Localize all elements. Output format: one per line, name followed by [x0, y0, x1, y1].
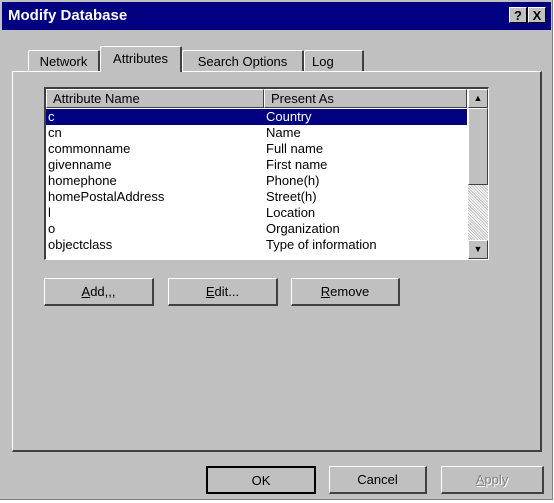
attribute-name-cell: givenname — [48, 157, 112, 172]
table-row[interactable]: objectclass Type of information — [46, 237, 467, 253]
apply-button[interactable]: Apply — [441, 466, 544, 494]
table-row[interactable]: l Location — [46, 205, 467, 221]
present-as-cell: Location — [266, 205, 316, 220]
present-as-cell: Street(h) — [266, 189, 317, 204]
apply-label-rest: pply — [484, 472, 509, 487]
scrollbar-thumb[interactable] — [468, 108, 488, 185]
help-button[interactable]: ? — [509, 7, 527, 23]
title-bar[interactable]: Modify Database ? X — [2, 2, 551, 30]
listview-header: Attribute Name Present As — [46, 89, 467, 108]
present-as-cell: First name — [266, 157, 328, 172]
attribute-name-cell: o — [48, 221, 56, 236]
column-header-present-as[interactable]: Present As — [264, 89, 467, 108]
present-as-cell: Full name — [266, 141, 324, 156]
edit-label-rest: dit... — [214, 284, 240, 299]
table-row[interactable]: givenname First name — [46, 157, 467, 173]
attribute-name-cell: c — [48, 109, 55, 124]
listview-vertical-scrollbar[interactable]: ▲ ▼ — [468, 89, 488, 259]
present-as-cell: Phone(h) — [266, 173, 320, 188]
table-row[interactable]: homePostalAddress Street(h) — [46, 189, 467, 205]
cancel-button[interactable]: Cancel — [329, 466, 427, 494]
attribute-name-cell: commonname — [48, 141, 131, 156]
present-as-cell: Organization — [266, 221, 340, 236]
modify-database-dialog: Modify Database ? X Network Attributes S… — [0, 0, 553, 500]
window-title: Modify Database — [8, 7, 128, 24]
column-header-attribute-name[interactable]: Attribute Name — [46, 89, 264, 108]
table-row[interactable]: o Organization — [46, 221, 467, 237]
edit-mnemonic: E — [205, 284, 215, 299]
ok-button[interactable]: OK — [206, 466, 316, 494]
listview-rows: c Country cn Name commonname Full name g… — [46, 109, 467, 253]
tab-log[interactable]: Log — [304, 50, 364, 72]
table-row[interactable]: cn Name — [46, 125, 467, 141]
table-row[interactable]: commonname Full name — [46, 141, 467, 157]
attribute-name-cell: objectclass — [48, 237, 113, 252]
table-row[interactable]: homephone Phone(h) — [46, 173, 467, 189]
add-button[interactable]: Add,,, — [44, 278, 154, 306]
tab-search-options[interactable]: Search Options — [182, 50, 304, 72]
add-label-rest: dd,,, — [90, 284, 116, 299]
present-as-cell: Country — [266, 109, 312, 124]
tab-network[interactable]: Network — [28, 50, 100, 72]
table-row[interactable]: c Country — [46, 109, 467, 125]
add-mnemonic: A — [81, 284, 91, 299]
edit-button[interactable]: Edit... — [168, 278, 278, 306]
attribute-name-cell: homePostalAddress — [48, 189, 165, 204]
remove-mnemonic: R — [320, 284, 331, 299]
tab-attributes[interactable]: Attributes — [100, 46, 182, 72]
present-as-cell: Name — [266, 125, 301, 140]
scroll-up-arrow-icon[interactable]: ▲ — [468, 89, 488, 108]
attributes-listview[interactable]: Attribute Name Present As c Country cn N… — [44, 87, 489, 260]
close-button[interactable]: X — [528, 7, 546, 23]
remove-label-rest: emove — [330, 284, 370, 299]
present-as-cell: Type of information — [266, 237, 377, 252]
remove-button[interactable]: Remove — [291, 278, 400, 306]
attribute-name-cell: homephone — [48, 173, 117, 188]
attribute-name-cell: cn — [48, 125, 62, 140]
attribute-name-cell: l — [48, 205, 51, 220]
scroll-down-arrow-icon[interactable]: ▼ — [468, 240, 488, 259]
